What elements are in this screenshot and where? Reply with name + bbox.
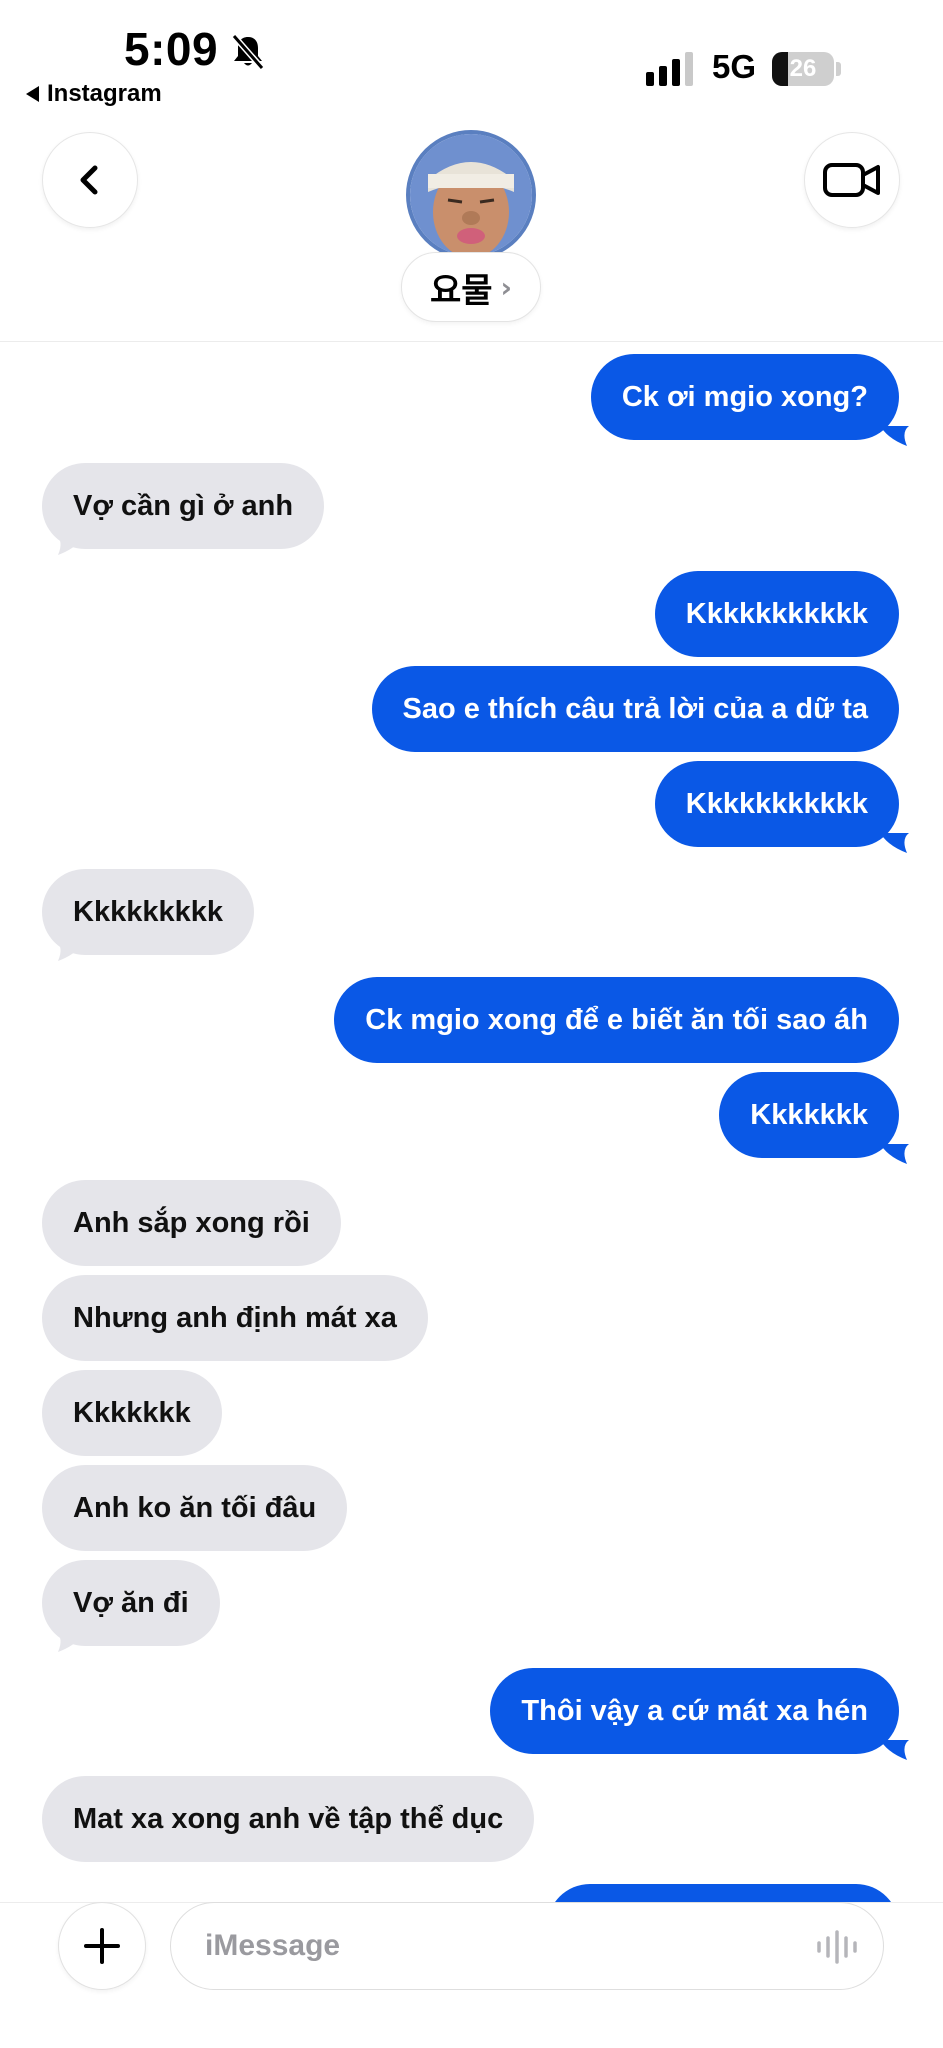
back-to-instagram-link[interactable]: Instagram	[26, 80, 162, 108]
bubble-tail	[883, 833, 909, 853]
signal-bar	[646, 72, 654, 86]
bubble-tail	[883, 426, 909, 446]
outgoing-message-bubble[interactable]: Ck ơi mgio xong?	[590, 354, 899, 440]
network-type: 5G	[712, 48, 757, 85]
incoming-message-bubble[interactable]: Nhưng anh định mát xa	[42, 1275, 428, 1361]
battery-icon: 26	[772, 52, 834, 86]
video-call-button[interactable]	[804, 132, 900, 228]
bubble-tail	[56, 535, 82, 555]
bubble-tail	[56, 1632, 82, 1652]
incoming-message-bubble[interactable]: Vợ cần gì ở anh	[42, 463, 325, 549]
contact-name-button[interactable]: 요물 ›	[401, 252, 541, 322]
incoming-message-bubble[interactable]: Anh sắp xong rồi	[42, 1180, 341, 1266]
outgoing-message-bubble[interactable]: Kkkkkkk	[719, 1072, 899, 1158]
signal-strength-icon	[646, 50, 693, 86]
battery-level: 26	[789, 55, 817, 82]
bubble-tail	[56, 941, 82, 961]
video-camera-icon	[823, 163, 880, 197]
plus-icon	[84, 1928, 120, 1964]
outgoing-message-bubble[interactable]: Sao e thích câu trả lời của a dữ ta	[371, 666, 899, 752]
chevron-right-icon: ›	[500, 270, 513, 304]
outgoing-message-bubble[interactable]	[547, 1884, 899, 1902]
incoming-message-bubble[interactable]: Kkkkkkk	[42, 1370, 222, 1456]
signal-bar	[685, 52, 693, 86]
outgoing-message-bubble[interactable]: Ck mgio xong để e biết ăn tối sao áh	[334, 977, 899, 1063]
incoming-message-bubble[interactable]: Mat xa xong anh về tập thể dục	[42, 1776, 535, 1862]
add-attachment-button[interactable]	[58, 1902, 146, 1990]
message-input[interactable]	[205, 1929, 765, 1963]
contact-avatar[interactable]	[406, 130, 536, 260]
back-app-label: Instagram	[47, 80, 162, 107]
incoming-message-bubble[interactable]: Anh ko ăn tối đâu	[42, 1465, 348, 1551]
battery-cap	[836, 62, 841, 76]
audio-wave-icon[interactable]	[815, 1929, 859, 1965]
contact-name: 요물	[429, 270, 493, 311]
avatar-photo	[410, 134, 532, 256]
bubble-tail	[883, 1740, 909, 1760]
message-thread[interactable]: Ck ơi mgio xong? Vợ cần gì ở anh Kkkkkkkkk…	[0, 342, 943, 1902]
signal-bar	[672, 59, 680, 86]
message-input-container[interactable]	[170, 1902, 884, 1990]
back-chevron-icon	[80, 165, 98, 195]
outgoing-message-bubble[interactable]: Kkkkkkkkkkk	[654, 761, 899, 847]
outgoing-message-bubble[interactable]: Kkkkkkkkkkk	[654, 571, 899, 657]
back-button[interactable]	[42, 132, 138, 228]
back-triangle-icon	[26, 86, 39, 102]
signal-bar	[659, 66, 667, 86]
bell-slash-icon	[231, 34, 265, 70]
status-time: 5:09	[124, 23, 219, 75]
bubble-tail	[883, 1144, 909, 1164]
outgoing-message-bubble[interactable]: Thôi vậy a cứ mát xa hén	[490, 1668, 899, 1754]
